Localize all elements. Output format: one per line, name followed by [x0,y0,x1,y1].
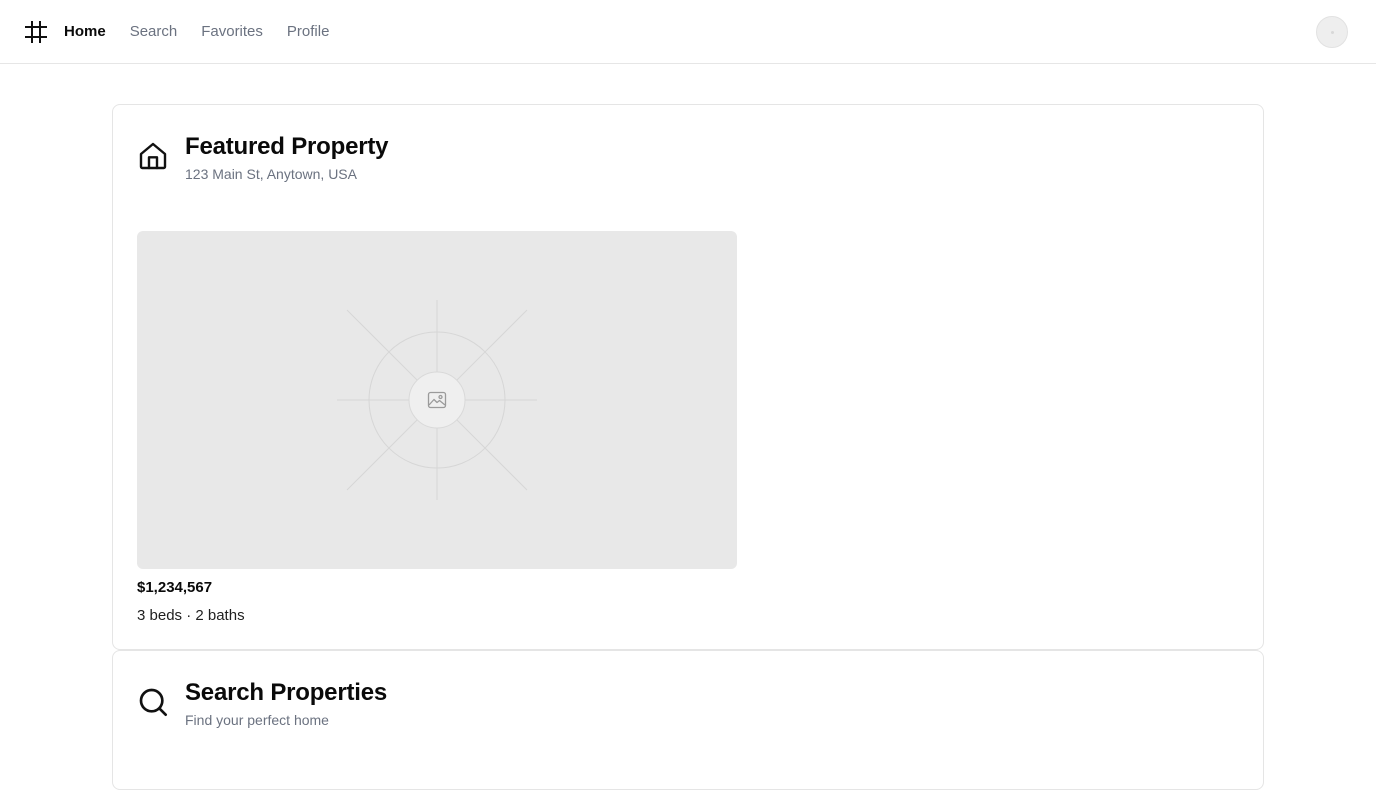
top-navigation-bar: Home Search Favorites Profile [0,0,1376,64]
nav-item-favorites[interactable]: Favorites [201,22,263,42]
featured-property-card: Featured Property 123 Main St, Anytown, … [112,104,1264,650]
nav-item-profile[interactable]: Profile [287,22,330,42]
nav-item-search[interactable]: Search [130,22,178,42]
search-subtitle: Find your perfect home [185,712,329,728]
search-properties-card: Search Properties Find your perfect home [112,650,1264,790]
property-price: $1,234,567 [137,579,213,596]
search-title: Search Properties [185,679,388,706]
nav-item-home[interactable]: Home [64,22,106,42]
property-address: 123 Main St, Anytown, USA [185,166,357,182]
property-specs: 3 beds · 2 baths [137,607,245,624]
image-icon [427,390,447,410]
featured-title: Featured Property [185,133,389,160]
home-icon [137,140,169,172]
main-nav: Home Search Favorites Profile [64,0,353,64]
hash-icon[interactable] [24,20,48,44]
search-icon [137,686,169,718]
property-image[interactable] [137,231,737,569]
avatar[interactable] [1316,16,1348,48]
avatar-placeholder [1331,31,1334,34]
